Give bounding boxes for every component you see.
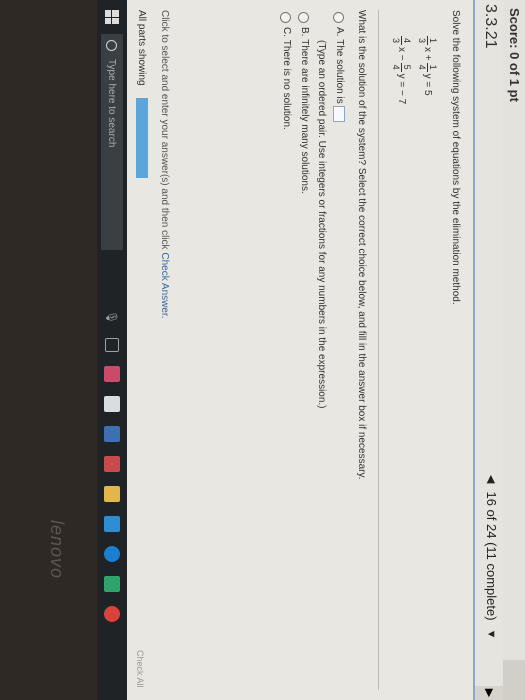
answer-choices: A. The solution is (Type an ordered pair… bbox=[274, 12, 345, 409]
app-icon[interactable] bbox=[104, 425, 120, 442]
edge-icon[interactable] bbox=[104, 545, 120, 562]
cortana-circle-icon bbox=[106, 40, 118, 51]
check-answer-link[interactable]: Check Answer. bbox=[159, 252, 170, 318]
score-text: Score: 0 of 1 pt bbox=[507, 8, 522, 102]
radio-choice-c[interactable] bbox=[280, 12, 291, 23]
equation-2: 43 x − 54 y = − 7 bbox=[391, 36, 413, 105]
store-icon[interactable] bbox=[104, 515, 120, 532]
chrome-icon[interactable] bbox=[104, 605, 120, 622]
taskbar-apps bbox=[104, 337, 120, 622]
fraction: 13 bbox=[417, 36, 439, 46]
taskbar: Type here to search 🎙 bbox=[97, 0, 127, 700]
triangle-left-icon[interactable]: ◀ bbox=[485, 475, 498, 483]
choice-letter: B. bbox=[299, 27, 310, 37]
choice-letter: A. bbox=[334, 27, 345, 37]
screen: Score: 0 of 1 pt 3.3.21 ◀ 16 of 24 (11 c… bbox=[0, 0, 525, 700]
footer-instruction: Click to select and enter your answer(s)… bbox=[159, 10, 170, 319]
search-placeholder: Type here to search bbox=[106, 59, 118, 148]
choice-c: C. There is no solution. bbox=[280, 12, 292, 409]
check-all-button[interactable]: Check All bbox=[135, 650, 145, 688]
choice-b: B. There are infinitely many solutions. bbox=[298, 12, 310, 409]
app-icon[interactable] bbox=[104, 395, 120, 412]
radio-choice-b[interactable] bbox=[298, 12, 309, 23]
brand-logo: lenovo bbox=[47, 520, 67, 580]
triangle-down-icon[interactable]: ▼ bbox=[486, 629, 498, 640]
app-icon[interactable] bbox=[104, 455, 120, 472]
question-nav: ◀ 16 of 24 (11 complete) ▼ bbox=[484, 475, 499, 639]
question-prompt: What is the solution of the system? Sele… bbox=[356, 10, 367, 480]
progress-text[interactable]: 16 of 24 (11 complete) bbox=[484, 491, 499, 620]
choice-text: There is no solution. bbox=[281, 39, 292, 130]
app-icon[interactable] bbox=[104, 365, 120, 382]
equation-system: 13 x + 14 y = 5 43 x − 54 y = − 7 bbox=[389, 34, 441, 104]
taskbar-search[interactable]: Type here to search bbox=[101, 34, 123, 250]
fraction: 14 bbox=[417, 62, 439, 72]
question-header: 3.3.21 ◀ 16 of 24 (11 complete) ▼ bbox=[473, 0, 503, 700]
parts-status: All parts showing bbox=[136, 10, 148, 178]
choice-letter: C. bbox=[281, 27, 292, 37]
app-icon[interactable] bbox=[104, 575, 120, 592]
windows-start-icon[interactable] bbox=[105, 10, 119, 24]
side-strip bbox=[503, 660, 525, 700]
microphone-icon[interactable]: 🎙 bbox=[106, 310, 119, 324]
parts-progress-bar bbox=[136, 97, 148, 178]
choice-text: There are infinitely many solutions. bbox=[299, 39, 310, 194]
folder-icon[interactable] bbox=[104, 485, 120, 502]
equation-1: 13 x + 14 y = 5 bbox=[417, 36, 439, 96]
choice-a: A. The solution is (Type an ordered pair… bbox=[316, 12, 345, 409]
laptop-bezel: lenovo bbox=[0, 0, 97, 700]
answer-input[interactable] bbox=[333, 105, 345, 122]
question-number: 3.3.21 bbox=[482, 4, 499, 49]
radio-choice-a[interactable] bbox=[333, 12, 344, 23]
score-bar: Score: 0 of 1 pt bbox=[502, 0, 525, 668]
triangle-right-icon[interactable]: ▶ bbox=[475, 686, 503, 700]
choice-note: (Type an ordered pair. Use integers or f… bbox=[316, 40, 327, 409]
instruction-text: Solve the following system of equations … bbox=[450, 10, 461, 305]
parts-text: All parts showing bbox=[136, 10, 148, 86]
choice-text: The solution is bbox=[334, 39, 345, 104]
fraction: 54 bbox=[391, 62, 413, 72]
divider bbox=[378, 10, 379, 690]
fraction: 43 bbox=[391, 36, 413, 46]
task-view-icon[interactable] bbox=[105, 337, 119, 352]
